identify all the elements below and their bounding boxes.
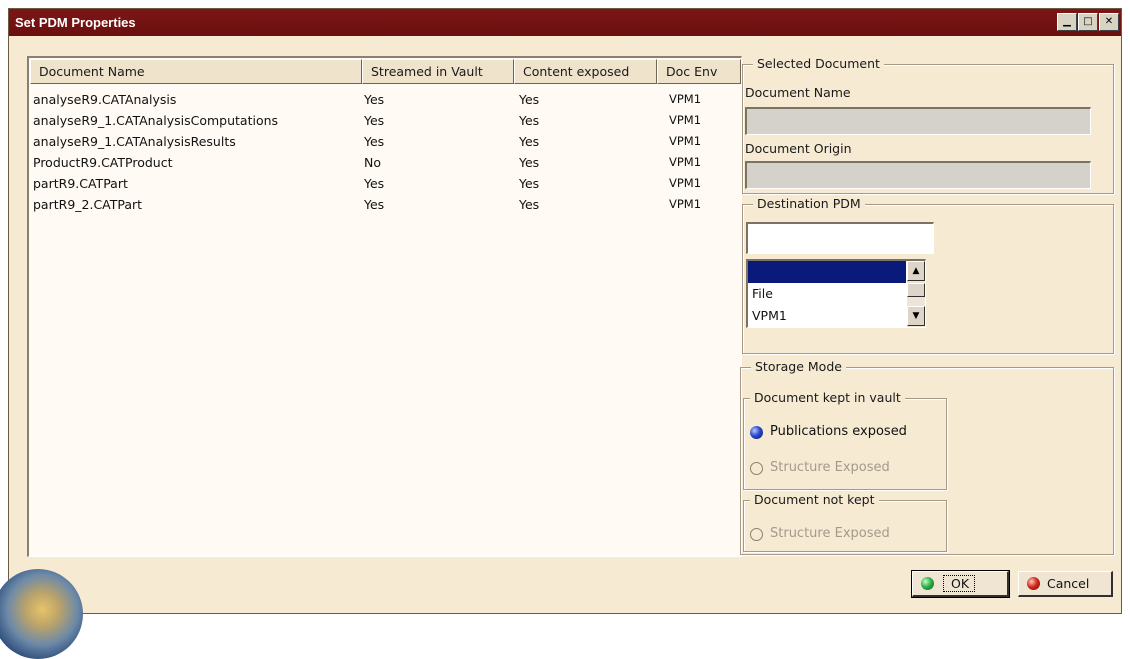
- document-kept-in-vault-label: Document kept in vault: [750, 390, 905, 405]
- table-row[interactable]: ProductR9.CATProduct No Yes VPM1: [29, 152, 741, 173]
- cell-streamed-in-vault: Yes: [364, 113, 385, 128]
- document-name-label: Document Name: [745, 85, 851, 100]
- close-icon: ✕: [1104, 16, 1114, 27]
- radio-unchecked-icon: [750, 462, 763, 475]
- document-origin-label: Document Origin: [745, 141, 852, 156]
- cell-document-name: partR9.CATPart: [33, 176, 128, 191]
- scroll-up-button[interactable]: ▲: [907, 261, 925, 281]
- column-header-document-name[interactable]: Document Name: [30, 59, 362, 84]
- minimize-icon: ▁: [1063, 16, 1071, 27]
- selected-document-group: Selected Document Document Name Document…: [742, 56, 1114, 194]
- catia-logo-icon: [0, 569, 83, 659]
- destination-pdm-group-label: Destination PDM: [753, 196, 865, 211]
- cell-document-name: analyseR9_1.CATAnalysisResults: [33, 134, 236, 149]
- cell-content-exposed: Yes: [519, 176, 540, 191]
- cell-streamed-in-vault: Yes: [364, 134, 385, 149]
- ok-label: OK: [951, 576, 970, 591]
- set-pdm-properties-dialog: Set PDM Properties ▁ □ ✕ Document Name S…: [0, 8, 1122, 659]
- table-row[interactable]: analyseR9.CATAnalysis Yes Yes VPM1: [29, 89, 741, 110]
- cell-doc-env: VPM1: [669, 197, 702, 211]
- cell-content-exposed: Yes: [519, 197, 540, 212]
- cell-content-exposed: Yes: [519, 155, 540, 170]
- cell-streamed-in-vault: Yes: [364, 92, 385, 107]
- storage-mode-group: Storage Mode Document kept in vault Publ…: [740, 359, 1114, 555]
- document-not-kept-label: Document not kept: [750, 492, 879, 507]
- document-table[interactable]: Document Name Streamed in Vault Content …: [27, 56, 742, 557]
- document-name-field: [745, 107, 1091, 135]
- table-row[interactable]: analyseR9_1.CATAnalysisComputations Yes …: [29, 110, 741, 131]
- destination-pdm-group: Destination PDM File VPM1 ▲ ▼: [742, 196, 1114, 354]
- document-kept-in-vault-group: Document kept in vault Publications expo…: [743, 390, 947, 490]
- destination-pdm-listbox[interactable]: File VPM1 ▲ ▼: [746, 259, 926, 328]
- title-bar[interactable]: Set PDM Properties ▁ □ ✕: [9, 9, 1121, 36]
- cell-document-name: partR9_2.CATPart: [33, 197, 143, 212]
- minimize-button[interactable]: ▁: [1057, 13, 1077, 31]
- listbox-scrollbar[interactable]: ▲ ▼: [907, 261, 925, 327]
- list-item-empty[interactable]: [748, 261, 906, 283]
- storage-mode-group-label: Storage Mode: [751, 359, 846, 374]
- close-button[interactable]: ✕: [1099, 13, 1119, 31]
- list-item-file[interactable]: File: [748, 283, 906, 305]
- cell-doc-env: VPM1: [669, 155, 702, 169]
- cell-doc-env: VPM1: [669, 176, 702, 190]
- publications-exposed-label: Publications exposed: [770, 424, 907, 439]
- cell-streamed-in-vault: No: [364, 155, 381, 170]
- ok-green-dot-icon: [921, 577, 934, 590]
- ok-button[interactable]: OK: [911, 570, 1010, 598]
- window-title: Set PDM Properties: [15, 15, 136, 30]
- cell-doc-env: VPM1: [669, 113, 702, 127]
- column-header-doc-env[interactable]: Doc Env: [657, 59, 741, 84]
- scroll-down-button[interactable]: ▼: [907, 306, 925, 326]
- cancel-red-dot-icon: [1027, 577, 1040, 590]
- scroll-down-arrow-icon: ▼: [912, 311, 920, 321]
- cell-streamed-in-vault: Yes: [364, 197, 385, 212]
- cell-document-name: ProductR9.CATProduct: [33, 155, 173, 170]
- selected-document-group-label: Selected Document: [753, 56, 884, 71]
- cell-content-exposed: Yes: [519, 92, 540, 107]
- table-row[interactable]: analyseR9_1.CATAnalysisResults Yes Yes V…: [29, 131, 741, 152]
- scroll-up-arrow-icon: ▲: [912, 266, 920, 276]
- maximize-button[interactable]: □: [1078, 13, 1098, 31]
- structure-exposed-radio[interactable]: Structure Exposed: [750, 459, 940, 481]
- cell-doc-env: VPM1: [669, 92, 702, 106]
- scroll-thumb[interactable]: [907, 283, 925, 297]
- structure-exposed-not-kept-label: Structure Exposed: [770, 526, 890, 541]
- structure-exposed-not-kept-radio[interactable]: Structure Exposed: [750, 525, 940, 547]
- structure-exposed-label: Structure Exposed: [770, 460, 890, 475]
- list-item-vpm1[interactable]: VPM1: [748, 305, 906, 327]
- document-origin-field: [745, 161, 1091, 189]
- cell-streamed-in-vault: Yes: [364, 176, 385, 191]
- cell-document-name: analyseR9.CATAnalysis: [33, 92, 177, 107]
- destination-pdm-input[interactable]: [746, 222, 934, 254]
- cell-content-exposed: Yes: [519, 134, 540, 149]
- cell-content-exposed: Yes: [519, 113, 540, 128]
- document-not-kept-group: Document not kept Structure Exposed: [743, 492, 947, 552]
- cancel-button[interactable]: Cancel: [1018, 571, 1113, 597]
- table-row[interactable]: partR9.CATPart Yes Yes VPM1: [29, 173, 741, 194]
- radio-checked-icon: [750, 426, 763, 439]
- radio-unchecked-icon: [750, 528, 763, 541]
- maximize-icon: □: [1083, 16, 1093, 27]
- table-row[interactable]: partR9_2.CATPart Yes Yes VPM1: [29, 194, 741, 215]
- cell-doc-env: VPM1: [669, 134, 702, 148]
- publications-exposed-radio[interactable]: Publications exposed: [750, 423, 940, 445]
- cancel-label: Cancel: [1047, 576, 1090, 591]
- cell-document-name: analyseR9_1.CATAnalysisComputations: [33, 113, 279, 128]
- column-header-content-exposed[interactable]: Content exposed: [514, 59, 657, 84]
- column-header-streamed-in-vault[interactable]: Streamed in Vault: [362, 59, 514, 84]
